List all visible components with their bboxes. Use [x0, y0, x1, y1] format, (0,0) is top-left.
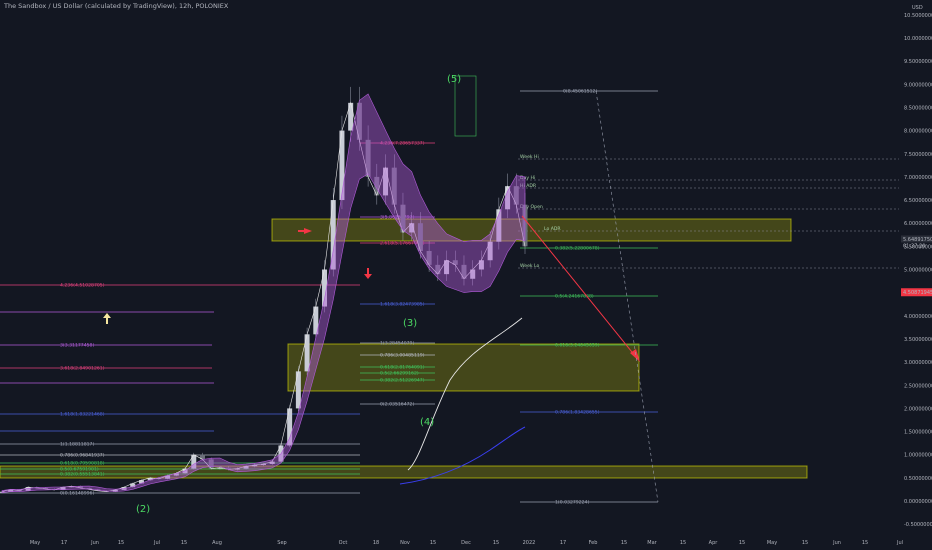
- y-tick-label: 9.50000000: [904, 59, 932, 65]
- x-tick-label: Jul: [153, 540, 160, 546]
- y-tick-label: 5.00000000: [904, 268, 932, 274]
- fib-left-3-label: 3(3.31177458): [60, 343, 94, 349]
- fib-left-0786-label: 0.786(0.96841937): [60, 453, 105, 459]
- fib-left-0382-label: 0.382(0.55513841): [60, 472, 105, 478]
- x-tick-label: Sep: [277, 540, 286, 546]
- x-tick-label: 15: [493, 540, 499, 546]
- x-tick-label: Oct: [339, 540, 348, 546]
- y-tick-label: -0.50000000: [904, 522, 932, 528]
- fib-right-level-label: 0.786(1.83428655): [555, 410, 600, 416]
- x-tick-label: Jun: [90, 540, 99, 546]
- price-line: [1, 101, 526, 493]
- y-tick-label: 3.50000000: [904, 337, 932, 343]
- peak-box: [454, 75, 477, 137]
- x-tick-label: Jul: [896, 540, 903, 546]
- fib-mid-level-label: 1(3.28454079): [380, 341, 414, 347]
- x-tick-label: 15: [862, 540, 868, 546]
- currency-label: USD: [912, 5, 923, 11]
- y-tick-label: 6.50000000: [904, 198, 932, 204]
- fib-mid-level-label: 0.786(3.00485119): [380, 353, 425, 359]
- x-tick-label: Nov: [400, 540, 410, 546]
- y-tick-label: 9.00000000: [904, 82, 932, 88]
- x-tick-label: 18: [373, 540, 379, 546]
- fib-mid-level-label: 0.618(2.81764091): [380, 365, 425, 371]
- wave-label-5: (5): [447, 74, 461, 85]
- y-tick-label: 0.00000000: [904, 499, 932, 505]
- fib-mid-level-label: 1.618(3.82473985): [380, 302, 425, 308]
- ma-long-white: [407, 317, 523, 471]
- wave-label-2: (2): [136, 504, 150, 515]
- x-tick-label: Dec: [461, 540, 471, 546]
- fib-left-1-label: 1(1.18811817): [60, 442, 94, 448]
- x-tick-label: 17: [560, 540, 566, 546]
- y-tick-label: 10.50000000: [904, 13, 932, 19]
- y-tick-label: 4.00000000: [904, 314, 932, 320]
- target-zone-middle: [287, 343, 640, 392]
- fib-diagonal-dashed: [595, 90, 659, 503]
- fib-left-4236-label: 4.236(4.51028705): [60, 283, 105, 289]
- x-tick-label: Jun: [832, 540, 841, 546]
- y-tick-label: 1.50000000: [904, 430, 932, 436]
- x-tick-label: Mar: [647, 540, 657, 546]
- y-tick-label: 10.00000000: [904, 36, 932, 42]
- x-tick-label: Aug: [212, 540, 222, 546]
- arrow-up-icon: [103, 313, 111, 318]
- fib-left-0618-label: 0.618(0.79590818): [60, 461, 105, 467]
- price-tag-top-value: 5.64891750: [903, 237, 932, 243]
- y-tick-label: 0.50000000: [904, 476, 932, 482]
- x-tick-label: Feb: [589, 540, 598, 546]
- price-tag-current-value: 4.50871945: [903, 290, 932, 296]
- x-tick-label: 15: [181, 540, 187, 546]
- y-tick-label: 3.00000000: [904, 360, 932, 366]
- y-tick-label: 2.50000000: [904, 383, 932, 389]
- fib-right-level-label: 0(8.45061512): [563, 89, 597, 95]
- x-tick-label: 2022: [523, 540, 536, 546]
- y-tick-label: 8.50000000: [904, 105, 932, 111]
- x-tick-label: 17: [61, 540, 67, 546]
- session-label: Week Lo: [520, 263, 540, 269]
- x-tick-label: May: [30, 540, 40, 546]
- y-tick-label: 6.00000000: [904, 221, 932, 227]
- fib-right-level-label: 0.382(5.22800678): [555, 246, 600, 252]
- fib-mid-level-label: 0.382(2.51226947): [380, 378, 425, 384]
- fib-mid-level-label: 0(2.03516472): [380, 402, 414, 408]
- base-zone-lower: [0, 465, 808, 479]
- ribbon-band: [1, 93, 526, 494]
- x-tick-label: 15: [739, 540, 745, 546]
- x-tick-label: 15: [680, 540, 686, 546]
- arrow-down-icon: [364, 274, 372, 279]
- x-tick-label: Apr: [709, 540, 719, 546]
- fib-left-0-label: 0(0.16148996): [60, 491, 94, 497]
- x-tick-label: 15: [621, 540, 627, 546]
- x-tick-label: 15: [430, 540, 436, 546]
- x-tick-label: 15: [118, 540, 124, 546]
- x-tick-label: May: [767, 540, 777, 546]
- price-tag-time: 01:37:20: [903, 243, 925, 249]
- fib-mid-level-label: 0.5(2.66299162): [380, 371, 419, 377]
- candle-body: [295, 371, 301, 409]
- y-tick-label: 2.00000000: [904, 406, 932, 412]
- session-label: Lo ADR: [544, 226, 561, 232]
- wave-label-3: (3): [403, 318, 417, 329]
- candle-body: [348, 102, 354, 131]
- zones-layer: [0, 218, 808, 479]
- fib-right-level-label: 0.618(3.24845059): [555, 343, 600, 349]
- x-tick-label: 15: [802, 540, 808, 546]
- fib-right-level-label: 0.5(4.24167838): [555, 294, 594, 300]
- fib-left-1618-label: 1.618(1.83221468): [60, 412, 105, 418]
- y-tick-label: 7.00000000: [904, 175, 932, 181]
- y-tick-label: 8.00000000: [904, 129, 932, 135]
- y-tick-label: 1.00000000: [904, 453, 932, 459]
- supply-zone-upper: [271, 218, 792, 242]
- fib-left-3618-label: 3.618(2.84901261): [60, 366, 105, 372]
- session-label: Week Hi: [520, 154, 539, 160]
- chart-canvas[interactable]: 4.236(4.51028705) 3.618(2.84901261) 3(3.31…: [0, 0, 932, 550]
- wave-label-4: (4): [420, 417, 434, 428]
- fib-right-level-label: 1(0.03279224): [555, 500, 589, 506]
- y-tick-label: 7.50000000: [904, 152, 932, 158]
- candle-body: [304, 334, 310, 372]
